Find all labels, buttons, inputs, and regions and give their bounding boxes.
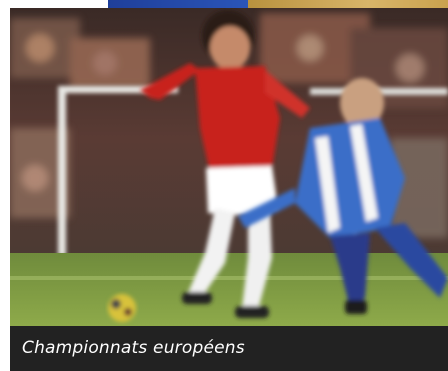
football-match-photo[interactable] <box>10 8 448 326</box>
accent-gold-bar <box>248 0 448 8</box>
news-card[interactable]: Championnats européens <box>0 0 448 371</box>
photo-caption[interactable]: Championnats européens <box>22 338 245 358</box>
caption-bar: Championnats européens <box>10 326 448 371</box>
accent-blue-bar <box>108 0 248 8</box>
photo-illustration <box>10 8 448 326</box>
